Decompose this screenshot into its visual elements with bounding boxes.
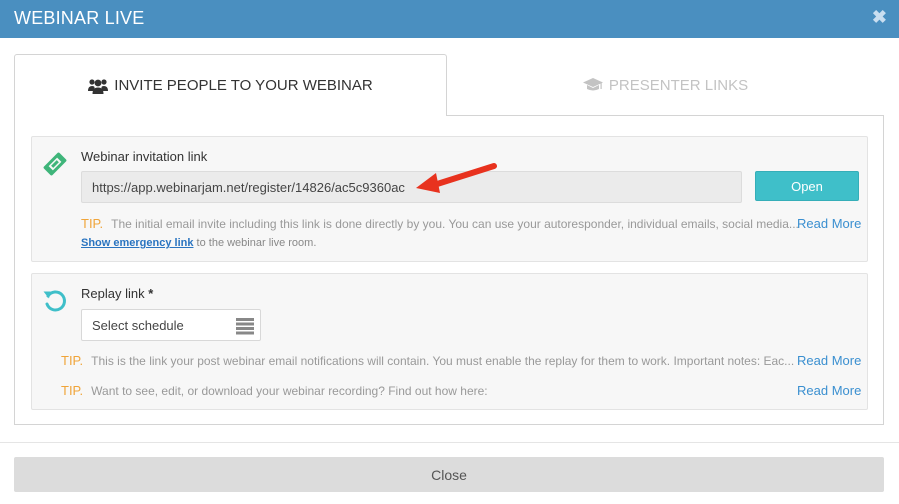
tab-presenter-label: PRESENTER LINKS <box>608 76 749 94</box>
emergency-link-row: Show emergency link to the webinar live … <box>81 237 316 249</box>
invitation-link-card: Webinar invitation link https://app.webi… <box>31 136 868 262</box>
tip-label: TIP. <box>61 383 84 398</box>
title-bar: WEBINAR LIVE ✖ <box>0 0 899 38</box>
tab-invite-people[interactable]: INVITE PEOPLE TO YOUR WEBINAR <box>14 54 447 116</box>
invitation-tip: TIP. The initial email invite including t… <box>81 216 799 231</box>
read-more-link[interactable]: Read More <box>797 353 861 368</box>
replay-link-card: Replay link * Select schedule TIP. This i… <box>31 273 868 410</box>
replay-link-label: Replay link * <box>81 286 154 301</box>
tip-label: TIP. <box>61 353 84 368</box>
schedule-select[interactable]: Select schedule <box>81 309 261 341</box>
tab-presenter-links[interactable]: PRESENTER LINKS <box>447 54 884 116</box>
refresh-icon <box>42 288 68 319</box>
replay-tip-1: TIP. This is the link your post webinar e… <box>61 353 794 368</box>
tab-invite-label: INVITE PEOPLE TO YOUR WEBINAR <box>114 77 373 94</box>
tip-label: TIP. <box>81 216 104 231</box>
open-button[interactable]: Open <box>755 171 859 201</box>
replay-tip-2: TIP. Want to see, edit, or download your … <box>61 383 488 398</box>
close-icon[interactable]: ✖ <box>872 7 887 27</box>
invitation-link-label: Webinar invitation link <box>81 149 208 164</box>
window-title: WEBINAR LIVE <box>14 8 145 28</box>
users-icon <box>88 78 109 94</box>
read-more-link[interactable]: Read More <box>797 383 861 398</box>
emergency-suffix: to the webinar live room. <box>193 237 317 249</box>
annotation-arrow-icon <box>416 163 497 193</box>
tip-text: The initial email invite including this … <box>111 217 799 231</box>
tip-text: Want to see, edit, or download your webi… <box>91 384 488 398</box>
tabs-panel: INVITE PEOPLE TO YOUR WEBINAR PRESENTER … <box>14 54 884 425</box>
list-icon <box>236 317 254 338</box>
tip-text: This is the link your post webinar email… <box>91 354 795 368</box>
graduation-cap-icon <box>582 78 603 92</box>
show-emergency-link[interactable]: Show emergency link <box>81 237 193 249</box>
schedule-select-value: Select schedule <box>92 318 184 333</box>
close-button[interactable]: Close <box>14 457 884 492</box>
ticket-icon <box>42 151 68 182</box>
required-mark: * <box>148 286 154 301</box>
read-more-link[interactable]: Read More <box>797 216 861 231</box>
modal-footer: Close <box>0 442 899 504</box>
